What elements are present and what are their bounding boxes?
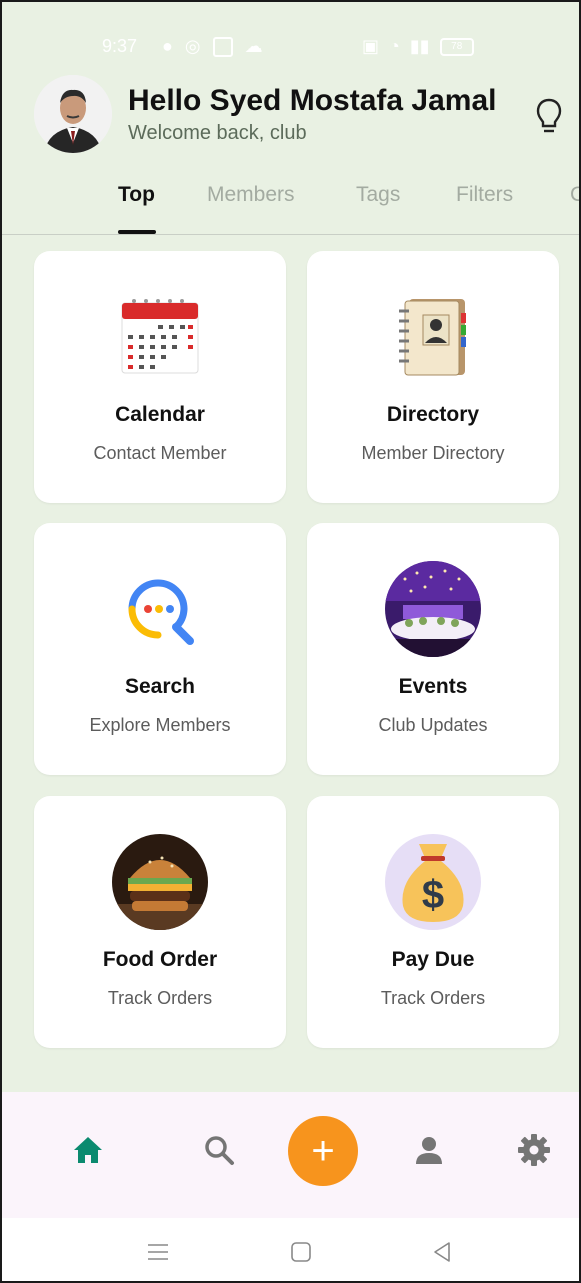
settings-icon[interactable]: [516, 1132, 552, 1168]
calendar-card[interactable]: Calendar Contact Member: [34, 251, 286, 503]
nfc-icon: ▣: [362, 36, 380, 56]
tab-top[interactable]: Top: [118, 183, 155, 207]
app-screen: 9:37 ● ◎ ☁ ▣ ◔ ▮▮ 78 Hello Syed Mostafa …: [0, 0, 581, 1283]
directory-card[interactable]: Directory Member Directory: [307, 251, 559, 503]
card-subtitle: Contact Member: [93, 443, 227, 463]
battery-icon: 78: [439, 37, 474, 56]
home-button-icon[interactable]: [289, 1240, 313, 1264]
svg-text:$: $: [422, 873, 444, 917]
profile-icon[interactable]: [411, 1132, 447, 1168]
avatar[interactable]: [34, 75, 112, 153]
add-button[interactable]: +: [288, 1116, 358, 1186]
card-title: Search: [124, 675, 196, 698]
card-title: Directory: [386, 403, 480, 426]
lightbulb-icon[interactable]: [534, 96, 564, 136]
directory-icon: [399, 299, 466, 376]
tab-bar: Top Members Tags Filters C: [2, 178, 579, 234]
tab-filters[interactable]: Filters: [456, 183, 513, 207]
events-icon: [385, 561, 481, 657]
tab-tags[interactable]: Tags: [356, 183, 400, 207]
signal-icon: ▮▮: [409, 36, 430, 56]
search-icon: [128, 579, 194, 645]
money-bag-icon: $: [385, 834, 481, 930]
system-navigation-bar: [2, 1218, 579, 1281]
avatar-photo: [34, 75, 112, 153]
search-icon[interactable]: [201, 1132, 237, 1168]
card-subtitle: Track Orders: [107, 988, 213, 1008]
home-icon[interactable]: [70, 1132, 106, 1168]
menu-icon[interactable]: [146, 1240, 170, 1264]
card-title: Events: [398, 675, 468, 698]
notification-icons: ● ◎ ☁: [162, 36, 263, 57]
welcome-subtitle: Welcome back, club: [128, 122, 307, 144]
events-card[interactable]: Events Club Updates: [307, 523, 559, 775]
card-subtitle: Member Directory: [361, 443, 505, 463]
pay-due-card[interactable]: $ Pay Due Track Orders: [307, 796, 559, 1048]
tab-members[interactable]: Members: [207, 183, 295, 207]
hotspot-icon: ◎: [184, 36, 201, 56]
bottom-navigation: +: [2, 1092, 579, 1218]
card-subtitle: Explore Members: [89, 715, 231, 735]
system-icons: ▣ ◔ ▮▮ 78: [362, 36, 474, 57]
greeting-title: Hello Syed Mostafa Jamal: [128, 84, 497, 117]
status-bar: 9:37 ● ◎ ☁ ▣ ◔ ▮▮ 78: [2, 2, 579, 62]
linkedin-icon: [212, 36, 233, 57]
card-title: Calendar: [115, 403, 205, 426]
wifi-icon: ◔: [389, 36, 400, 56]
search-card[interactable]: Search Explore Members: [34, 523, 286, 775]
messenger-icon: ●: [162, 36, 173, 56]
burger-icon: [112, 834, 208, 930]
back-icon[interactable]: [430, 1240, 454, 1264]
tabs-divider: [2, 234, 579, 235]
card-title: Food Order: [102, 948, 218, 971]
card-subtitle: Club Updates: [378, 715, 488, 735]
status-time: 9:37: [102, 36, 138, 56]
tab-more[interactable]: C: [570, 183, 579, 207]
card-title: Pay Due: [391, 948, 475, 971]
food-order-card[interactable]: Food Order Track Orders: [34, 796, 286, 1048]
card-subtitle: Track Orders: [380, 988, 486, 1008]
calendar-icon: [121, 299, 199, 374]
cloud-icon: ☁: [244, 36, 263, 56]
